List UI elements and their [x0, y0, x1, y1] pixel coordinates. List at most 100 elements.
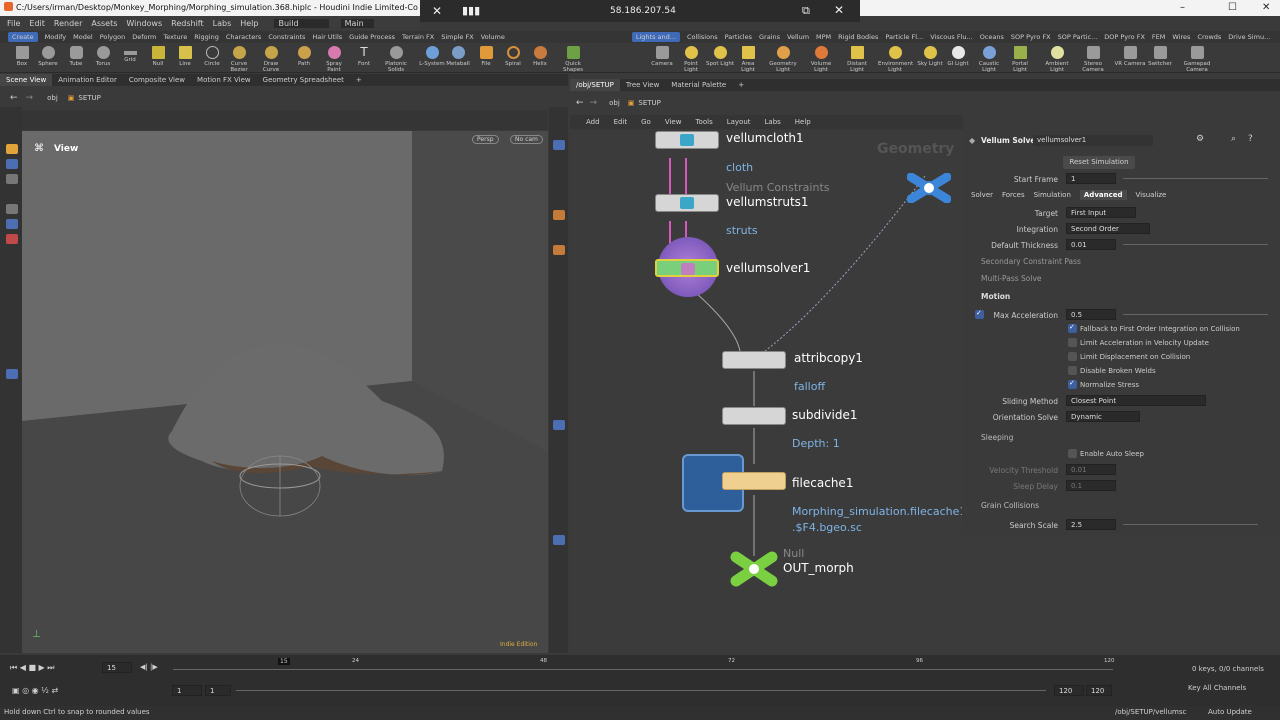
shelf-tab[interactable]: DOP Pyro FX	[1104, 33, 1145, 41]
timeline-track[interactable]	[173, 669, 1113, 670]
net-menu-edit[interactable]: Edit	[614, 118, 628, 126]
orientation-solve-menu[interactable]: Dynamic	[1066, 411, 1140, 422]
tool-vr-camera[interactable]: VR Camera	[1114, 43, 1146, 67]
display-option-icon[interactable]	[553, 245, 565, 255]
scene-viewport[interactable]: ⌘ View Persp No cam Indie Edition ⊥	[22, 131, 548, 653]
tool-camera[interactable]: Camera	[648, 43, 676, 67]
tool-file[interactable]: File	[472, 43, 500, 67]
tool-circle[interactable]: Circle	[198, 43, 226, 67]
shelf-tab[interactable]: Grains	[759, 33, 780, 41]
velocity-threshold-field[interactable]: 0.01	[1066, 464, 1116, 475]
key-all-channels[interactable]: Key All Channels	[1188, 684, 1246, 692]
tool-grid[interactable]: Grid	[116, 43, 144, 63]
shelf-tab[interactable]: MPM	[816, 33, 831, 41]
tool-area-light[interactable]: Area Light	[734, 43, 762, 73]
shelf-tab[interactable]: Viscous Flu...	[930, 33, 972, 41]
shelf-tab[interactable]: Constraints	[268, 33, 305, 41]
snap-tool-icon[interactable]	[6, 369, 18, 379]
max-acceleration-slider[interactable]	[1123, 314, 1268, 315]
close-icon[interactable]: ✕	[1262, 2, 1270, 13]
network-editor[interactable]: Geometry vellumcloth1 cloth Vellum Const…	[570, 131, 962, 653]
back-arrow-icon[interactable]: ←	[576, 98, 584, 108]
tool-volume-light[interactable]: Volume Light	[804, 43, 838, 73]
forward-arrow-icon[interactable]: →	[590, 98, 598, 108]
gear-icon[interactable]: ⚙	[1196, 134, 1204, 144]
select-tool-icon[interactable]	[6, 144, 18, 154]
tool-caustic-light[interactable]: Caustic Light	[972, 43, 1006, 73]
tool-platonic[interactable]: Platonic Solids	[382, 43, 410, 73]
sliding-method-menu[interactable]: Closest Point	[1066, 395, 1206, 406]
shelf-tab[interactable]: Simple FX	[441, 33, 473, 41]
check-limit-displacement[interactable]	[1068, 352, 1077, 361]
view-tool-icon[interactable]	[6, 159, 18, 169]
node-vellumstruts1[interactable]	[655, 194, 719, 212]
shelf-tab[interactable]: SOP Partic...	[1058, 33, 1098, 41]
move-tool-icon[interactable]	[6, 204, 18, 214]
shelf-tab[interactable]: Volume	[481, 33, 505, 41]
shelf-tab-create[interactable]: Create	[8, 32, 38, 42]
camera-menu[interactable]: No cam	[510, 135, 543, 144]
shelf-tab[interactable]: Oceans	[980, 33, 1004, 41]
shelf-tab[interactable]: Vellum	[787, 33, 809, 41]
thickness-field[interactable]: 0.01	[1066, 239, 1116, 250]
check-normalize-stress[interactable]	[1068, 379, 1077, 389]
integration-menu[interactable]: Second Order	[1066, 223, 1150, 234]
back-arrow-icon[interactable]: ←	[10, 93, 18, 103]
timeline-tools[interactable]: ▣ ◎ ◉ ½ ⇄	[12, 686, 58, 695]
tool-portal-light[interactable]: Portal Light	[1006, 43, 1034, 73]
remote-close-icon[interactable]: ✕	[834, 3, 844, 17]
shelf-tab[interactable]: Guide Process	[349, 33, 395, 41]
net-menu-labs[interactable]: Labs	[765, 118, 781, 126]
tool-lsystem[interactable]: L-System	[418, 43, 446, 67]
thickness-slider[interactable]	[1123, 244, 1268, 245]
tool-gamepad-camera[interactable]: Gamepad Camera	[1180, 43, 1214, 73]
shelf-tab[interactable]: Collisions	[687, 33, 718, 41]
section-motion[interactable]: Motion	[981, 292, 1010, 301]
display-option-icon[interactable]	[553, 140, 565, 150]
shelf-tab[interactable]: Particles	[725, 33, 752, 41]
tab-tree-view[interactable]: Tree View	[620, 79, 665, 91]
desktop-selector[interactable]: Build	[274, 18, 329, 28]
tab-simulation[interactable]: Simulation	[1034, 191, 1071, 199]
check-disable-broken-welds[interactable]	[1068, 366, 1077, 375]
scale-tool-icon[interactable]	[6, 234, 18, 244]
tool-box[interactable]: Box	[8, 43, 36, 67]
tool-font[interactable]: T Font	[350, 43, 378, 68]
search-scale-field[interactable]: 2.5	[1066, 519, 1116, 530]
net-menu-view[interactable]: View	[665, 118, 682, 126]
shelf-tab[interactable]: FEM	[1152, 33, 1165, 41]
shelf-tab[interactable]: Modify	[45, 33, 67, 41]
display-option-icon[interactable]	[553, 420, 565, 430]
net-menu-help[interactable]: Help	[795, 118, 811, 126]
reset-simulation-button[interactable]: Reset Simulation	[1063, 156, 1135, 169]
tool-curve-bezier[interactable]: Curve Bezier	[225, 43, 253, 73]
display-option-icon[interactable]	[553, 210, 565, 220]
shelf-tab[interactable]: Rigging	[194, 33, 219, 41]
tool-null[interactable]: Null	[144, 43, 172, 67]
shelf-tab[interactable]: Polygon	[100, 33, 126, 41]
tab-advanced[interactable]: Advanced	[1079, 190, 1127, 200]
node-attribcopy1[interactable]	[722, 351, 786, 369]
target-menu[interactable]: First Input	[1066, 207, 1136, 218]
range-start2-field[interactable]: 1	[205, 685, 231, 696]
disconnect-icon[interactable]: ✕	[432, 4, 442, 18]
start-frame-slider[interactable]	[1123, 178, 1268, 179]
range-end2-field[interactable]: 120	[1086, 685, 1112, 696]
shelf-tab[interactable]: Characters	[226, 33, 261, 41]
status-path[interactable]: /obj/SETUP/vellumsc	[1115, 708, 1186, 716]
start-frame-field[interactable]: 1	[1066, 173, 1116, 184]
persp-menu[interactable]: Persp	[472, 135, 499, 144]
tool-geometry-light[interactable]: Geometry Light	[766, 43, 800, 73]
menu-edit[interactable]: Edit	[29, 19, 45, 28]
menu-windows[interactable]: Windows	[126, 19, 162, 28]
tab-forces[interactable]: Forces	[1002, 191, 1025, 199]
tool-spot-light[interactable]: Spot Light	[706, 43, 734, 67]
playback-controls[interactable]: ⏮ ◀ ■ ▶ ⏭	[10, 663, 54, 673]
current-frame-field[interactable]: 15	[102, 662, 132, 673]
shelf-tab[interactable]: Drive Simu...	[1228, 33, 1270, 41]
menu-render[interactable]: Render	[54, 19, 82, 28]
add-tab-icon[interactable]: +	[350, 74, 368, 86]
maximize-icon[interactable]: ☐	[1228, 2, 1237, 13]
path-obj[interactable]: obj	[47, 94, 58, 102]
path-obj[interactable]: obj	[609, 99, 620, 107]
